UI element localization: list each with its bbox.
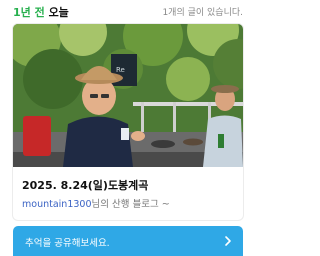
memory-title: 1년 전 오늘 — [13, 4, 69, 20]
memory-title-rest: 오늘 — [44, 6, 69, 19]
post-photo[interactable]: Re — [13, 24, 243, 167]
memory-title-accent: 1년 전 — [13, 6, 45, 19]
post-title[interactable]: 2025. 8.24(일)도봉계곡 — [22, 177, 148, 193]
share-memory-button[interactable]: 추억을 공유해보세요. — [13, 226, 243, 256]
chevron-right-icon — [221, 233, 235, 247]
share-memory-label: 추억을 공유해보세요. — [25, 238, 110, 249]
memory-header: 1년 전 오늘 1개의 글이 있습니다. — [0, 0, 256, 22]
post-count: 1개의 글이 있습니다. — [162, 8, 243, 18]
author-suffix: 님의 산행 블로그 ~ — [91, 199, 170, 210]
sign-text: Re — [116, 66, 125, 74]
memory-post-card[interactable]: Re 2025. 8.24(일)도봉계곡 mountain1300님의 산행 블… — [13, 24, 243, 220]
author-name[interactable]: mountain1300 — [22, 199, 92, 210]
post-author-line[interactable]: mountain1300님의 산행 블로그 ~ — [22, 196, 170, 210]
